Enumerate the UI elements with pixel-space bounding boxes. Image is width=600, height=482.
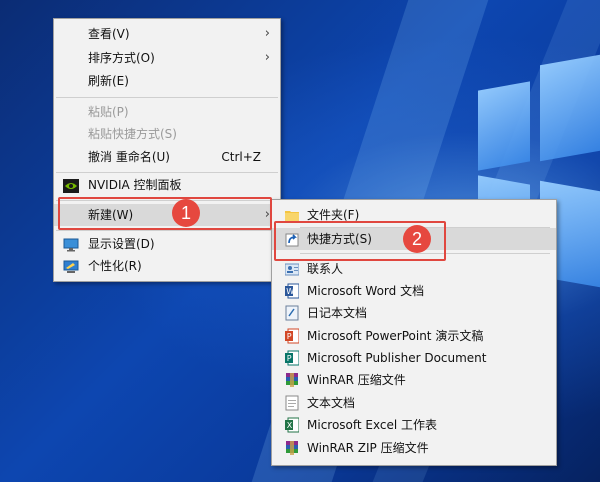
publisher-icon: P (285, 350, 300, 366)
text-document-icon (285, 395, 299, 411)
personalize-icon (63, 259, 79, 273)
menu-item-label: 刷新(E) (88, 74, 129, 88)
submenu-item-journal-document[interactable]: 日记本文档 (272, 302, 556, 324)
submenu-item-winrar-archive[interactable]: WinRAR 压缩文件 (272, 369, 556, 391)
submenu-item-label: WinRAR 压缩文件 (307, 373, 406, 387)
submenu-item-label: 日记本文档 (307, 306, 368, 320)
submenu-item-label: 文本文档 (307, 396, 356, 410)
step-badge-1: 1 (172, 199, 200, 227)
winrar-zip-icon (285, 440, 299, 456)
windows-logo-pane (540, 54, 600, 162)
journal-icon (285, 305, 299, 321)
svg-text:X: X (287, 421, 293, 430)
menu-item-label: 排序方式(O) (88, 51, 155, 65)
menu-item-shortcut: Ctrl+Z (221, 150, 261, 164)
chevron-right-icon: › (264, 26, 270, 41)
powerpoint-icon: P (285, 328, 300, 344)
menu-item-label: 个性化(R) (88, 259, 142, 273)
submenu-item-label: Microsoft PowerPoint 演示文稿 (307, 329, 484, 343)
menu-item-label: NVIDIA 控制面板 (88, 178, 182, 192)
submenu-item-label: Microsoft Word 文档 (307, 284, 425, 298)
winrar-icon (285, 372, 299, 388)
menu-item-paste-shortcut[interactable]: 粘贴快捷方式(S) (54, 123, 280, 145)
svg-text:P: P (287, 354, 292, 363)
menu-item-sort-by[interactable]: 排序方式(O) › (54, 47, 280, 69)
contact-icon (284, 261, 300, 277)
word-icon: W (285, 283, 300, 299)
menu-item-nvidia-control-panel[interactable]: NVIDIA 控制面板 (54, 174, 280, 196)
submenu-item-word-document[interactable]: W Microsoft Word 文档 (272, 280, 556, 302)
nvidia-icon (63, 178, 79, 193)
menu-item-label: 撤消 重命名(U) (88, 150, 170, 164)
menu-item-paste[interactable]: 粘贴(P) (54, 101, 280, 123)
menu-separator (56, 230, 278, 231)
menu-item-label: 查看(V) (88, 27, 130, 41)
menu-item-personalize[interactable]: 个性化(R) (54, 255, 280, 277)
submenu-item-text-document[interactable]: 文本文档 (272, 392, 556, 414)
step-badge-2: 2 (403, 225, 431, 253)
menu-separator (56, 172, 278, 173)
menu-item-label: 粘贴快捷方式(S) (88, 127, 177, 141)
submenu-item-label: WinRAR ZIP 压缩文件 (307, 441, 429, 455)
submenu-item-contact[interactable]: 联系人 (272, 258, 556, 280)
svg-text:W: W (286, 287, 294, 296)
chevron-right-icon: › (264, 50, 270, 65)
callout-new-highlight (58, 197, 272, 230)
submenu-item-powerpoint-presentation[interactable]: P Microsoft PowerPoint 演示文稿 (272, 325, 556, 347)
windows-logo-pane (478, 81, 530, 171)
menu-item-undo-rename[interactable]: 撤消 重命名(U) Ctrl+Z (54, 146, 280, 168)
submenu-item-label: 联系人 (307, 262, 344, 276)
menu-item-view[interactable]: 查看(V) › (54, 23, 280, 45)
menu-item-display-settings[interactable]: 显示设置(D) (54, 233, 280, 255)
submenu-item-label: Microsoft Publisher Document (307, 351, 487, 365)
desktop-context-menu: 查看(V) › 排序方式(O) › 刷新(E) 粘贴(P) 粘贴快捷方式(S) … (53, 18, 281, 282)
menu-item-label: 粘贴(P) (88, 105, 129, 119)
display-icon (63, 237, 79, 252)
submenu-item-excel-worksheet[interactable]: X Microsoft Excel 工作表 (272, 414, 556, 436)
excel-icon: X (285, 417, 300, 433)
svg-text:P: P (287, 332, 292, 341)
menu-separator (56, 97, 278, 98)
menu-item-refresh[interactable]: 刷新(E) (54, 70, 280, 92)
submenu-item-label: Microsoft Excel 工作表 (307, 418, 438, 432)
submenu-item-publisher-document[interactable]: P Microsoft Publisher Document (272, 347, 556, 369)
menu-item-label: 显示设置(D) (88, 237, 155, 251)
submenu-item-winrar-zip-archive[interactable]: WinRAR ZIP 压缩文件 (272, 437, 556, 459)
